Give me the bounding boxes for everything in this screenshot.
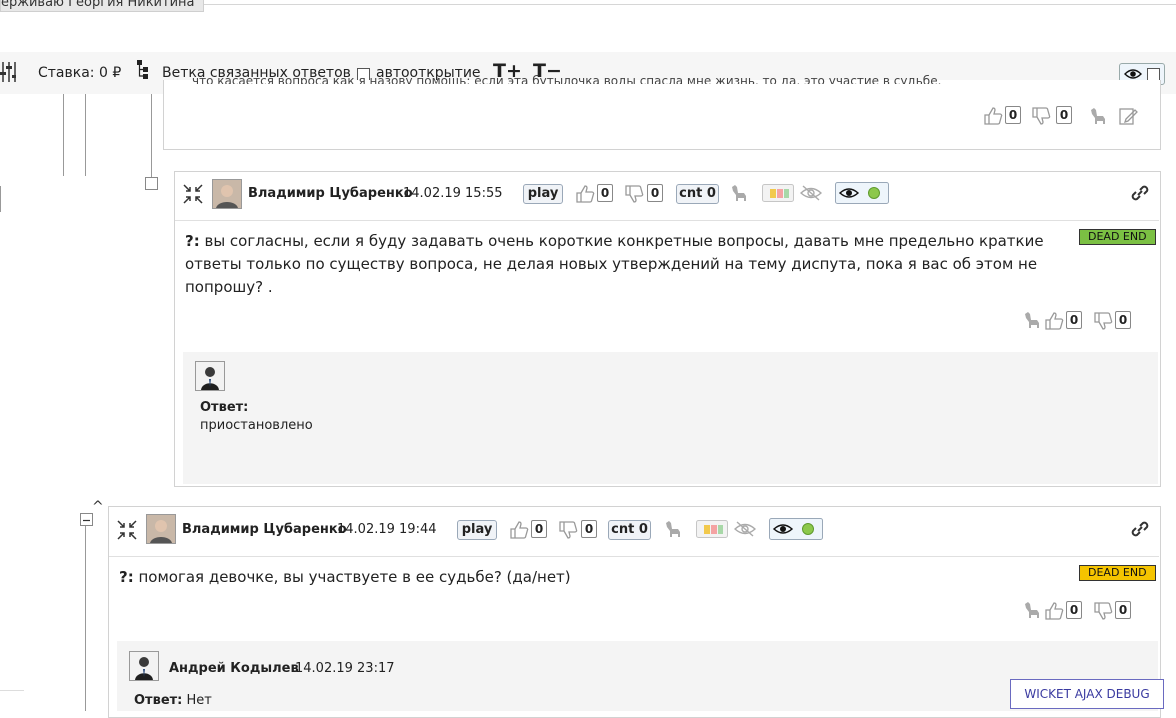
dislike-count: 0: [581, 520, 597, 538]
collapse-icon[interactable]: [117, 520, 137, 540]
previous-comment-text: что касается вопроса как я назову помощь…: [192, 74, 942, 84]
comment-date: 14.02.19 15:55: [403, 186, 503, 201]
thumbs-up-icon[interactable]: [1044, 601, 1064, 621]
previous-dislike-count: 0: [1056, 106, 1072, 124]
answer-date: 14.02.19 23:17: [295, 661, 395, 676]
user-banner: ерживаю Георгия Никитина: [0, 0, 204, 12]
answer-label: Ответ:: [200, 400, 249, 415]
dead-end-badge: DEAD END: [1079, 565, 1156, 581]
tree-line: [85, 94, 86, 176]
answer-avatar[interactable]: [195, 361, 225, 391]
cnt-button[interactable]: cnt 0: [608, 520, 651, 540]
chevron-up-icon[interactable]: ^: [92, 499, 104, 515]
tree-line: [85, 525, 86, 711]
thumbs-down-icon[interactable]: [1093, 601, 1113, 621]
thread-expander[interactable]: [145, 177, 158, 190]
question-body: вы согласны, если я буду задавать очень …: [185, 232, 1044, 296]
hide-eye-icon[interactable]: [734, 520, 756, 538]
thumbs-down-icon[interactable]: [1093, 311, 1113, 331]
cnt-button[interactable]: cnt 0: [676, 184, 719, 204]
stake-label: Ставка: 0 ₽: [38, 65, 122, 81]
thumbs-down-icon[interactable]: [558, 520, 578, 540]
collapse-icon[interactable]: [183, 184, 203, 204]
tree-line: [151, 94, 152, 178]
previous-like-count: 0: [1005, 106, 1021, 124]
body-like-count: 0: [1066, 311, 1082, 329]
dog-icon[interactable]: [1022, 600, 1042, 620]
like-count: 0: [531, 520, 547, 538]
hide-eye-icon[interactable]: [800, 184, 822, 202]
play-button[interactable]: play: [523, 184, 563, 204]
eye-status-icon[interactable]: [835, 182, 889, 204]
question-prefix: ?:: [119, 568, 134, 586]
dog-icon[interactable]: [1088, 106, 1108, 126]
answer-text: Нет: [186, 693, 212, 708]
thumbs-up-icon[interactable]: [509, 520, 529, 540]
color-tags-icon[interactable]: [696, 520, 728, 538]
sliders-icon[interactable]: [0, 60, 16, 84]
answer-area: [117, 641, 1158, 711]
eye-status-icon[interactable]: [769, 518, 823, 540]
tree-line: [63, 94, 64, 176]
body-dislike-count: 0: [1115, 601, 1131, 619]
body-like-count: 0: [1066, 601, 1082, 619]
comment-date: 14.02.19 19:44: [337, 522, 437, 537]
color-tags-icon[interactable]: [762, 184, 794, 202]
question-prefix: ?:: [185, 232, 200, 250]
dog-icon[interactable]: [663, 519, 683, 539]
dog-icon[interactable]: [729, 183, 749, 203]
answer-text: приостановлено: [200, 418, 313, 433]
author-avatar[interactable]: [146, 514, 176, 544]
edit-icon[interactable]: [1118, 106, 1138, 126]
like-count: 0: [597, 184, 613, 202]
thread-collapse-button[interactable]: [80, 513, 93, 526]
tree-line: [0, 186, 1, 212]
wicket-debug-link[interactable]: WICKET AJAX DEBUG: [1010, 679, 1164, 709]
question-text: ?: вы согласны, если я буду задавать оче…: [185, 230, 1065, 299]
thumbs-up-icon[interactable]: [983, 106, 1003, 126]
dislike-count: 0: [647, 184, 663, 202]
answer-avatar[interactable]: [129, 651, 159, 681]
dead-end-badge: DEAD END: [1079, 229, 1156, 245]
thumbs-down-icon[interactable]: [1031, 106, 1051, 126]
answer-author[interactable]: Андрей Кодылев: [169, 661, 299, 676]
comment-author[interactable]: Владимир Цубаренко: [248, 186, 413, 201]
answer-line: Ответ: Нет: [134, 693, 212, 708]
thumbs-down-icon[interactable]: [624, 184, 644, 204]
answer-label: Ответ:: [134, 693, 183, 708]
body-dislike-count: 0: [1115, 311, 1131, 329]
link-icon[interactable]: [1130, 183, 1150, 203]
play-button[interactable]: play: [457, 520, 497, 540]
bottom-left-divider: [0, 690, 24, 691]
branch-tree-icon[interactable]: [137, 60, 151, 80]
question-body: помогая девочке, вы участвуете в ее судь…: [138, 568, 571, 586]
question-text: ?: помогая девочке, вы участвуете в ее с…: [119, 566, 1019, 589]
thumbs-up-icon[interactable]: [575, 184, 595, 204]
thumbs-up-icon[interactable]: [1044, 311, 1064, 331]
answer-area: [183, 352, 1158, 484]
comment-author[interactable]: Владимир Цубаренко: [182, 522, 347, 537]
author-avatar[interactable]: [212, 179, 242, 209]
eye-icon: [1124, 67, 1142, 81]
link-icon[interactable]: [1130, 519, 1150, 539]
dog-icon[interactable]: [1022, 310, 1042, 330]
